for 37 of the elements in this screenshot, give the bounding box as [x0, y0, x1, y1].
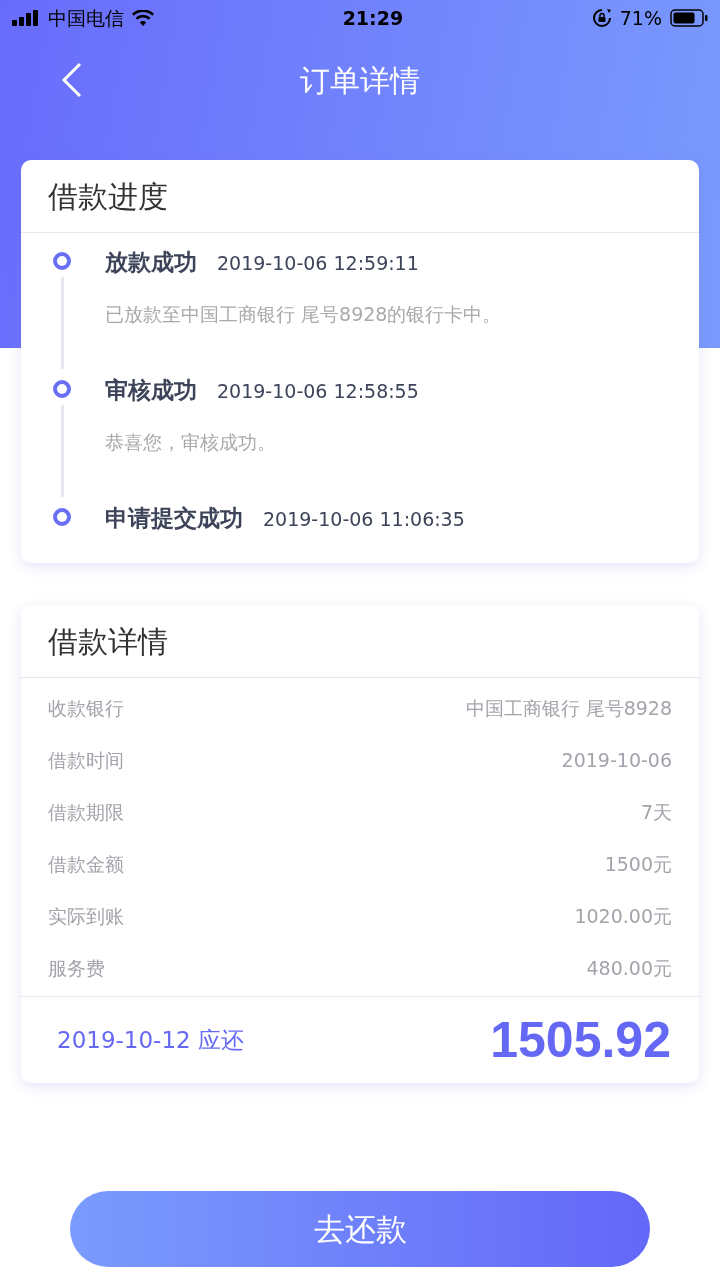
repay-amount: 1505.92 [490, 1010, 671, 1070]
detail-value: 7天 [640, 799, 672, 825]
event-title: 审核成功 [105, 376, 197, 405]
detail-value: 中国工商银行 尾号8928 [465, 695, 672, 721]
battery-percent: 71% [619, 5, 662, 31]
card-title: 借款进度 [21, 160, 699, 233]
detail-label: 借款期限 [48, 799, 124, 825]
detail-value: 2019-10-06 [561, 747, 672, 773]
event-time: 2019-10-06 11:06:35 [263, 507, 465, 532]
page-title: 订单详情 [300, 61, 420, 100]
event-time: 2019-10-06 12:59:11 [217, 251, 419, 276]
detail-label: 实际到账 [48, 903, 124, 929]
timeline-dot-icon [53, 508, 71, 526]
event-description: 已放款至中国工商银行 尾号8928的银行卡中。 [105, 301, 503, 327]
event-description: 恭喜您，审核成功。 [105, 429, 277, 455]
back-button[interactable] [60, 62, 84, 98]
rotation-lock-icon [591, 8, 612, 28]
clock-time: 21:29 [342, 5, 404, 31]
event-title: 放款成功 [105, 248, 197, 277]
battery-icon [670, 9, 708, 27]
detail-label: 服务费 [48, 955, 105, 981]
carrier-name: 中国电信 [48, 5, 124, 31]
detail-label: 借款金额 [48, 851, 124, 877]
timeline-dot-icon [53, 380, 71, 398]
card-title: 借款详情 [21, 605, 699, 678]
detail-label: 收款银行 [48, 695, 124, 721]
wifi-icon [132, 10, 154, 26]
signal-icon [12, 10, 40, 26]
timeline-dot-icon [53, 252, 71, 270]
event-title: 申请提交成功 [105, 504, 243, 533]
detail-value: 480.00元 [586, 955, 672, 981]
detail-value: 1500元 [604, 851, 672, 877]
repay-button[interactable]: 去还款 [70, 1191, 650, 1267]
detail-value: 1020.00元 [574, 903, 672, 929]
due-date: 2019-10-12 应还 [57, 1025, 244, 1055]
event-time: 2019-10-06 12:58:55 [217, 379, 419, 404]
detail-label: 借款时间 [48, 747, 124, 773]
